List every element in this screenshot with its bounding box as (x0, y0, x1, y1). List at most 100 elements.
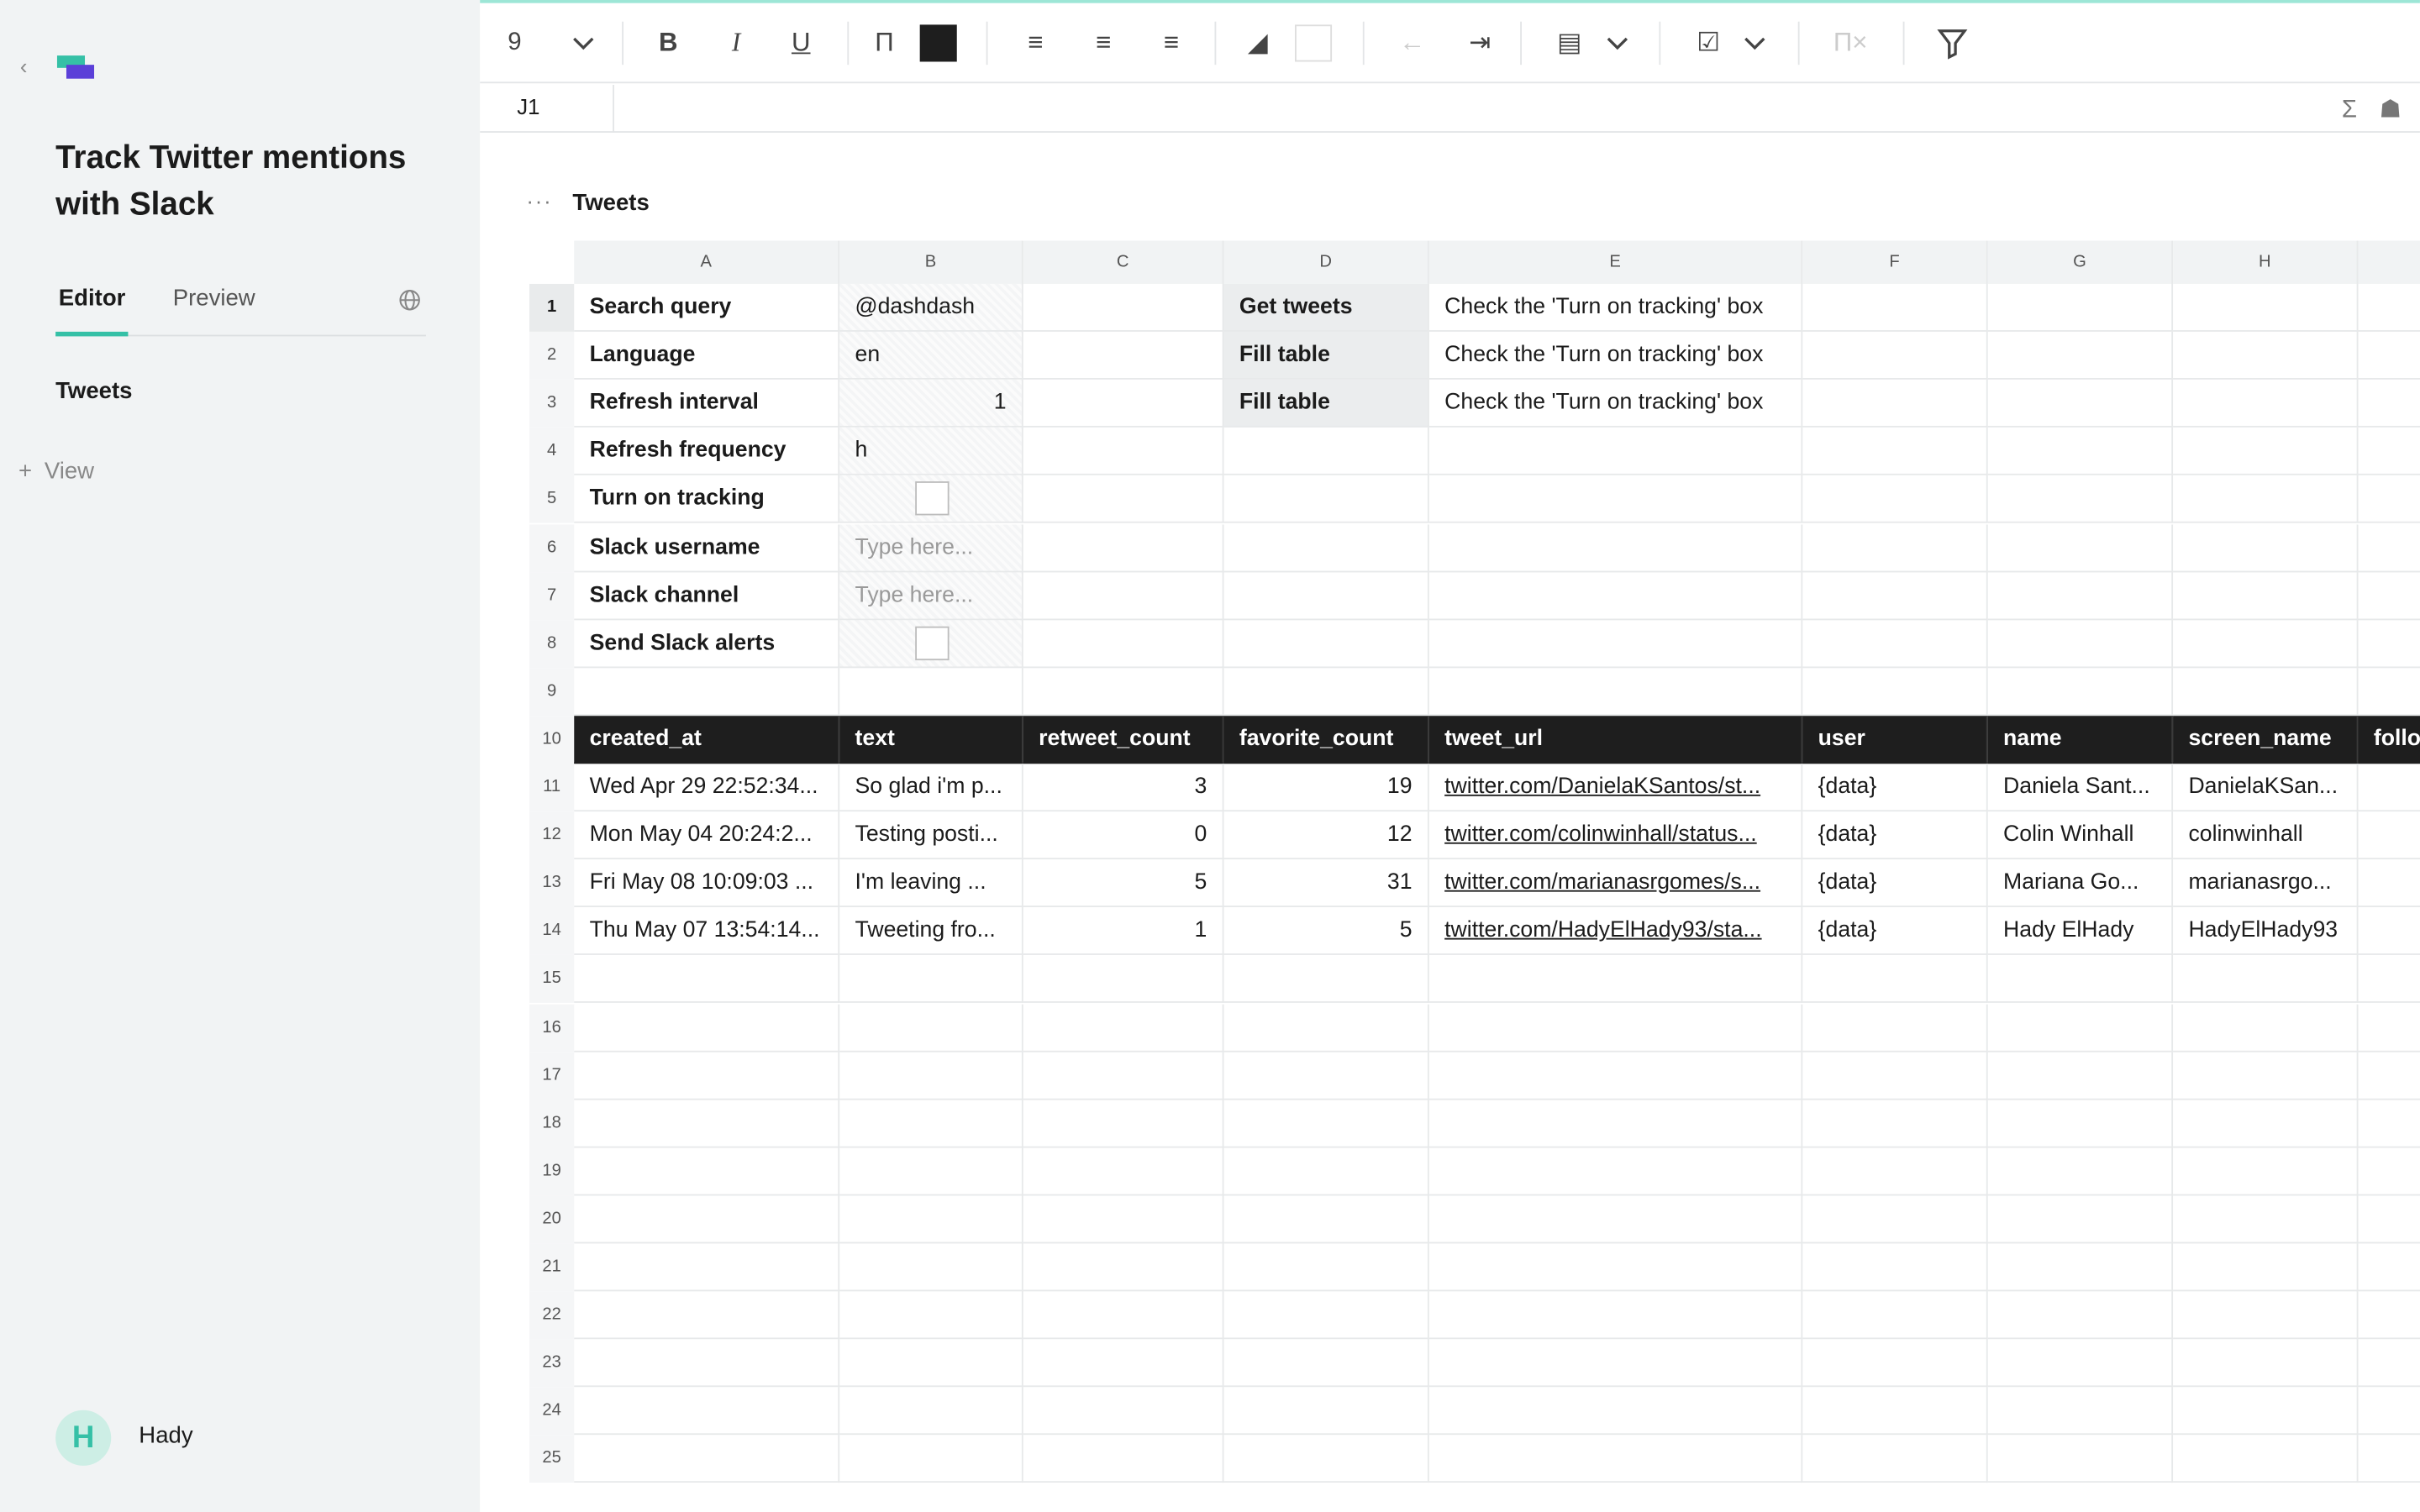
table-cell[interactable] (839, 1291, 1023, 1340)
table-cell[interactable] (574, 1387, 840, 1436)
table-cell[interactable] (1987, 1195, 2174, 1244)
table-cell[interactable]: Wed Apr 29 22:52:34... (574, 764, 840, 812)
table-cell[interactable]: 12 (1223, 811, 1429, 860)
table-cell[interactable] (2358, 1004, 2420, 1052)
table-cell[interactable] (1802, 332, 1988, 381)
table-cell[interactable] (2358, 908, 2420, 956)
table-cell[interactable] (1023, 1435, 1224, 1483)
table-cell[interactable] (1987, 475, 2174, 524)
table-cell[interactable] (2358, 1243, 2420, 1292)
tab-editor[interactable]: Editor (55, 286, 129, 337)
table-cell[interactable] (1223, 1243, 1429, 1292)
table-cell[interactable] (574, 1243, 840, 1292)
table-cell[interactable] (2173, 667, 2359, 716)
table-cell[interactable] (2358, 1291, 2420, 1340)
app-logo[interactable] (56, 55, 97, 83)
table-cell[interactable] (2173, 1387, 2359, 1436)
param-label[interactable]: Language (574, 332, 840, 381)
table-cell[interactable] (1987, 667, 2174, 716)
table-cell[interactable] (1023, 1195, 1224, 1244)
table-cell[interactable] (2173, 475, 2359, 524)
table-cell[interactable] (1023, 667, 1224, 716)
table-cell[interactable] (1802, 523, 1988, 572)
table-cell[interactable] (2358, 1436, 2420, 1483)
table-cell[interactable] (2358, 380, 2420, 428)
table-cell[interactable]: Thu May 07 13:54:14... (574, 907, 840, 956)
table-cell[interactable] (1987, 1099, 2174, 1147)
table-cell[interactable] (1223, 1051, 1429, 1100)
param-value[interactable]: @dashdash (839, 283, 1023, 332)
table-cell[interactable]: 1 (1023, 907, 1224, 956)
table-cell[interactable] (574, 667, 840, 716)
row-header[interactable]: 16 (529, 1003, 575, 1052)
table-cell[interactable] (839, 1195, 1023, 1244)
param-label[interactable]: Refresh frequency (574, 428, 840, 476)
table-cell[interactable] (1023, 332, 1224, 381)
table-cell[interactable] (1428, 1003, 1803, 1052)
table-cell[interactable] (839, 619, 1023, 668)
row-header[interactable]: 4 (529, 428, 575, 476)
checkbox-format-icon[interactable]: ☑ (1690, 24, 1727, 61)
font-size-value[interactable]: 9 (508, 24, 539, 61)
table-cell[interactable] (839, 1339, 1023, 1388)
table-cell[interactable] (1023, 1099, 1224, 1147)
table-cell[interactable]: 3 (1023, 764, 1224, 812)
table-cell[interactable] (574, 1099, 840, 1147)
row-header[interactable]: 10 (529, 716, 575, 764)
sigma-icon[interactable]: Σ (2342, 97, 2357, 123)
table-cell[interactable] (1428, 571, 1803, 620)
table-cell[interactable] (1023, 283, 1224, 332)
table-cell[interactable] (2173, 332, 2359, 381)
row-header[interactable]: 24 (529, 1387, 575, 1436)
tweet-link[interactable]: twitter.com/DanielaKSantos/st... (1428, 764, 1803, 812)
table-cell[interactable] (1023, 1147, 1224, 1196)
table-cell[interactable] (1802, 955, 1988, 1004)
table-cell[interactable] (2358, 859, 2420, 908)
table-cell[interactable]: {data} (1802, 859, 1988, 908)
table-cell[interactable] (2358, 1147, 2420, 1196)
tweet-link[interactable]: twitter.com/colinwinhall/status... (1428, 811, 1803, 860)
action-button[interactable]: Fill table (1223, 380, 1429, 428)
table-cell[interactable] (839, 1243, 1023, 1292)
align-left-icon[interactable]: ≡ (1017, 24, 1054, 61)
table-cell[interactable] (1987, 1291, 2174, 1340)
table-cell[interactable] (2173, 1003, 2359, 1052)
table-cell[interactable] (574, 1147, 840, 1196)
cell-reference[interactable]: J1 (517, 94, 539, 118)
action-status[interactable]: Check the 'Turn on tracking' box (1428, 283, 1803, 332)
column-header[interactable] (2358, 240, 2420, 284)
param-label[interactable]: Slack username (574, 523, 840, 572)
row-header[interactable]: 17 (529, 1051, 575, 1100)
table-cell[interactable] (1802, 475, 1988, 524)
table-cell[interactable] (1223, 428, 1429, 476)
table-cell[interactable] (1023, 1243, 1224, 1292)
table-cell[interactable] (1428, 1435, 1803, 1483)
column-header[interactable]: A (574, 240, 840, 284)
param-value[interactable]: Type here... (839, 523, 1023, 572)
table-cell[interactable] (1802, 1099, 1988, 1147)
table-cell[interactable] (2173, 523, 2359, 572)
table-cell[interactable] (2173, 1339, 2359, 1388)
table-cell[interactable] (1428, 1387, 1803, 1436)
align-right-icon[interactable]: ≡ (1153, 24, 1190, 61)
table-cell[interactable] (574, 955, 840, 1004)
table-cell[interactable] (1987, 955, 2174, 1004)
table-cell[interactable] (2173, 619, 2359, 668)
column-header[interactable]: F (1802, 240, 1988, 284)
checkbox[interactable] (914, 481, 949, 517)
row-header[interactable]: 19 (529, 1147, 575, 1196)
table-cell[interactable] (2173, 1147, 2359, 1196)
text-color-icon[interactable]: П (865, 24, 902, 61)
checkbox[interactable] (914, 626, 949, 660)
table-cell[interactable] (1987, 523, 2174, 572)
table-cell[interactable] (1023, 1339, 1224, 1388)
table-cell[interactable] (2358, 811, 2420, 860)
table-cell[interactable] (1428, 1339, 1803, 1388)
italic-icon[interactable]: I (718, 24, 755, 61)
table-cell[interactable] (1428, 667, 1803, 716)
table-cell[interactable]: Daniela Sant... (1987, 764, 2174, 812)
table-cell[interactable] (2173, 380, 2359, 428)
table-cell[interactable] (1987, 571, 2174, 620)
sheet-menu-icon[interactable]: ··· (526, 188, 552, 213)
table-cell[interactable] (1428, 428, 1803, 476)
